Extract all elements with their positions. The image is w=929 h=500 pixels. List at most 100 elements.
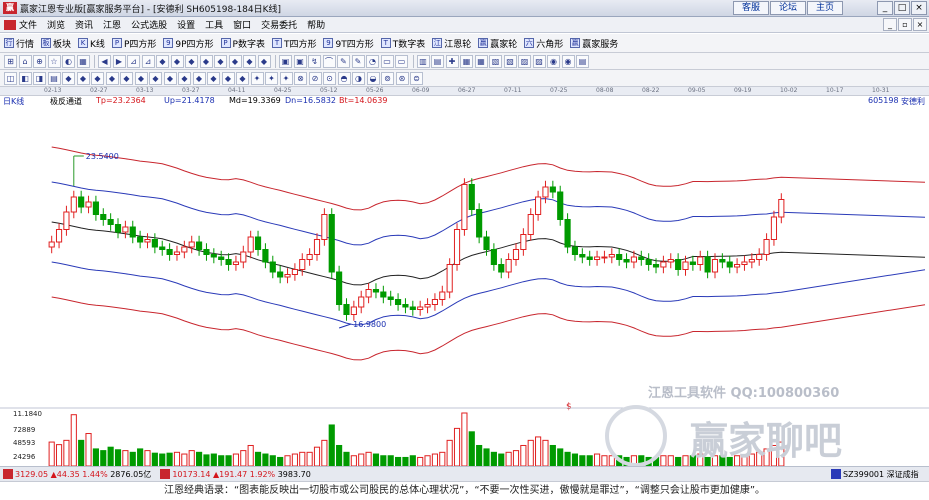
period-label[interactable]: 日K线 — [3, 96, 24, 107]
link-home[interactable]: 主页 — [807, 1, 843, 15]
sz-index-cell[interactable]: 10173.14 ▲191.47 1.92% 3983.70 — [157, 469, 311, 479]
chart-tool-icon[interactable]: ◆ — [163, 71, 177, 85]
toolbar-button-12[interactable]: 赢赢家服务 — [570, 37, 618, 50]
child-close-icon[interactable]: × — [913, 18, 927, 31]
chart-tool-icon[interactable]: ◒ — [366, 71, 380, 85]
chart-tool-icon[interactable]: ▤ — [47, 71, 61, 85]
tool-icon[interactable]: ▦ — [474, 54, 488, 68]
chart-tool-icon[interactable]: ◆ — [236, 71, 249, 85]
tool-icon[interactable]: ▧ — [489, 54, 502, 68]
toolbar-button-3[interactable]: P P四方形 — [111, 37, 156, 50]
toolbar-button-0[interactable]: 行行情 — [4, 37, 34, 50]
chart-tool-icon[interactable]: ◆ — [105, 71, 119, 85]
tool-icon[interactable]: ⊕ — [33, 54, 46, 68]
restore-icon[interactable]: □ — [894, 1, 910, 15]
tool-icon[interactable]: ◐ — [62, 54, 75, 68]
tool-icon[interactable]: ◔ — [366, 54, 379, 68]
tool-icon[interactable]: ▧ — [503, 54, 517, 68]
tool-icon[interactable]: ▶ — [112, 54, 126, 68]
date-scrollbar[interactable]: 02-13 02-27 03-13 03-27 04-11 04-25 05-12 05-26… — [0, 87, 929, 96]
tool-icon[interactable]: ⊿ — [141, 54, 155, 68]
tool-icon[interactable]: ☆ — [47, 54, 61, 68]
tool-icon[interactable]: ▭ — [380, 54, 394, 68]
tool-icon[interactable]: ▨ — [532, 54, 546, 68]
chart-tool-icon[interactable]: ◆ — [178, 71, 191, 85]
menu-gann[interactable]: 江恩 — [103, 18, 121, 31]
chart-tool-icon[interactable]: ◆ — [134, 71, 148, 85]
toolbar-button-11[interactable]: 六六角形 — [524, 37, 563, 50]
tool-icon[interactable]: ✎ — [337, 54, 350, 68]
toolbar-button-2[interactable]: K K线 — [78, 37, 105, 50]
tool-icon[interactable]: ▦ — [460, 54, 473, 68]
chart-tool-icon[interactable]: ◆ — [120, 71, 133, 85]
sh-index-cell[interactable]: 3129.05 ▲44.35 1.44% 2876.05亿 — [0, 469, 151, 480]
menu-settings[interactable]: 设置 — [177, 18, 195, 31]
chart-tool-icon[interactable]: ⊘ — [308, 71, 322, 85]
chart-tool-icon[interactable]: ⊗ — [294, 71, 307, 85]
tool-icon[interactable]: ✚ — [445, 54, 459, 68]
toolbar-button-1[interactable]: 板板块 — [41, 37, 71, 50]
chart-tool-icon[interactable]: ✦ — [265, 71, 278, 85]
tool-icon[interactable]: ⌂ — [18, 54, 32, 68]
chart-tool-icon[interactable]: ⊙ — [323, 71, 336, 85]
menu-tools[interactable]: 工具 — [205, 18, 223, 31]
toolbar-button-10[interactable]: 赢赢家轮 — [478, 37, 517, 50]
tool-icon[interactable]: ⊞ — [4, 54, 17, 68]
chart-tool-icon[interactable]: ◨ — [33, 71, 46, 85]
tool-icon[interactable]: ▭ — [395, 54, 408, 68]
tool-icon[interactable]: ▨ — [518, 54, 531, 68]
menu-browse[interactable]: 浏览 — [47, 18, 65, 31]
tool-icon[interactable]: ↯ — [308, 54, 321, 68]
child-minimize-icon[interactable]: _ — [883, 18, 897, 31]
chart-tool-icon[interactable]: ◓ — [337, 71, 351, 85]
chart-tool-icon[interactable]: ◆ — [149, 71, 162, 85]
tool-icon[interactable]: ◉ — [561, 54, 575, 68]
chart-tool-icon[interactable]: ◫ — [4, 71, 17, 85]
tool-icon[interactable]: ◆ — [228, 54, 242, 68]
tool-icon[interactable]: ◆ — [156, 54, 169, 68]
toolbar-button-4[interactable]: 9 9P四方形 — [163, 37, 214, 50]
chart-tool-icon[interactable]: ◑ — [352, 71, 365, 85]
chart-tool-icon[interactable]: ✦ — [279, 71, 293, 85]
tool-icon[interactable]: ◆ — [257, 54, 271, 68]
tool-icon[interactable]: ▣ — [279, 54, 292, 68]
tool-icon[interactable]: ▤ — [431, 54, 444, 68]
chart-tool-icon[interactable]: ⊜ — [410, 71, 423, 85]
chart-tool-icon[interactable]: ✦ — [250, 71, 264, 85]
toolbar-button-7[interactable]: 9 9T四方形 — [323, 37, 374, 50]
chart-tool-icon[interactable]: ⊚ — [381, 71, 394, 85]
menu-file[interactable]: 文件 — [19, 18, 37, 31]
chart-tool-icon[interactable]: ◆ — [62, 71, 75, 85]
menu-news[interactable]: 资讯 — [75, 18, 93, 31]
toolbar-button-8[interactable]: T T数字表 — [380, 37, 425, 50]
tool-icon[interactable]: ◆ — [214, 54, 227, 68]
menu-formula[interactable]: 公式选股 — [131, 18, 167, 31]
chart-tool-icon[interactable]: ◆ — [76, 71, 90, 85]
menu-window[interactable]: 窗口 — [233, 18, 251, 31]
menu-help[interactable]: 帮助 — [307, 18, 325, 31]
minimize-icon[interactable]: _ — [877, 1, 893, 15]
tool-icon[interactable]: ▥ — [416, 54, 430, 68]
tool-icon[interactable]: ◀ — [98, 54, 111, 68]
chart-tool-icon[interactable]: ◆ — [192, 71, 206, 85]
tool-icon[interactable]: ▣ — [293, 54, 307, 68]
tool-icon[interactable]: ✎ — [351, 54, 365, 68]
chart-tool-icon[interactable]: ◆ — [221, 71, 235, 85]
close-icon[interactable]: × — [911, 1, 927, 15]
sz-code-cell[interactable]: SZ399001 深证成指 — [828, 469, 919, 480]
link-forum[interactable]: 论坛 — [770, 1, 806, 15]
tool-icon[interactable]: ◆ — [199, 54, 213, 68]
chart-tool-icon[interactable]: ◆ — [91, 71, 104, 85]
child-restore-icon[interactable]: ▫ — [898, 18, 912, 31]
tool-icon[interactable]: ◉ — [547, 54, 560, 68]
tool-icon[interactable]: ◆ — [185, 54, 198, 68]
chart-tool-icon[interactable]: ⊛ — [395, 71, 409, 85]
tool-icon[interactable]: ▤ — [576, 54, 589, 68]
tool-icon[interactable]: ◆ — [170, 54, 184, 68]
chart-tool-icon[interactable]: ◆ — [207, 71, 220, 85]
toolbar-button-6[interactable]: T T四方形 — [271, 37, 316, 50]
tool-icon[interactable]: ⊿ — [127, 54, 140, 68]
toolbar-button-9[interactable]: 江江恩轮 — [432, 37, 471, 50]
tool-icon[interactable]: ◆ — [243, 54, 256, 68]
link-service[interactable]: 客服 — [733, 1, 769, 15]
